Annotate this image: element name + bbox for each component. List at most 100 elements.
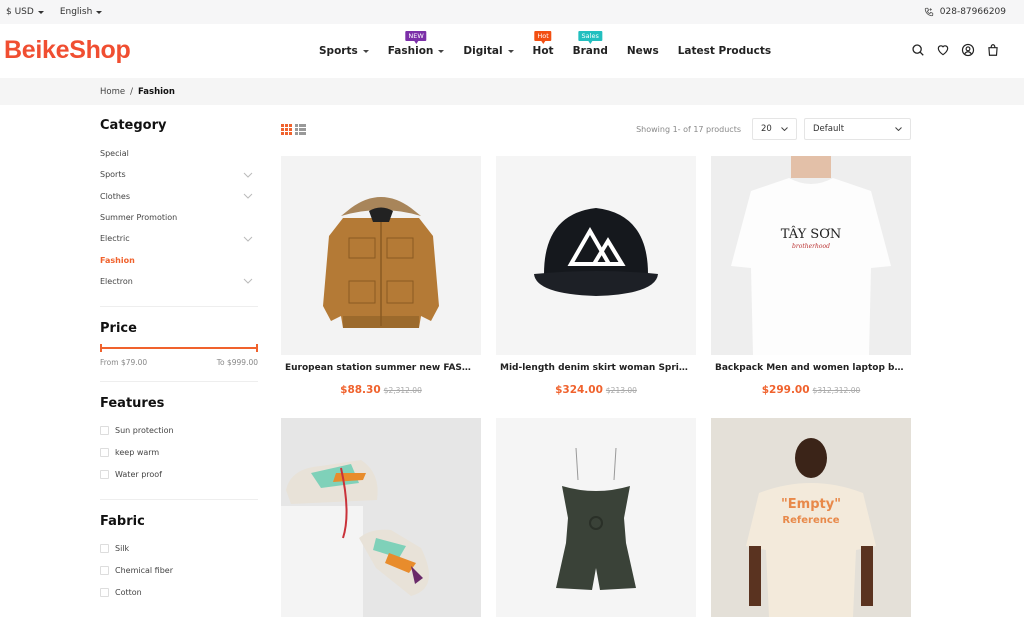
phone-icon (924, 7, 933, 17)
nav-label: Latest Products (677, 45, 772, 57)
sales-badge: Sales (578, 31, 602, 44)
nav-item-sports[interactable]: Sports (319, 45, 369, 57)
showing-count: Showing 1- of 17 products (636, 124, 741, 134)
nav-item-digital[interactable]: Digital (463, 45, 514, 57)
category-item[interactable]: Special (100, 143, 258, 164)
currency-label: $ USD (6, 7, 34, 17)
price-min-handle[interactable] (100, 344, 102, 353)
nav-label: Digital (463, 45, 503, 57)
logo[interactable]: BeikeShop (4, 36, 131, 65)
product-prices: $88.30 $2,312.00 (281, 378, 481, 418)
category-item[interactable]: Electric (100, 228, 258, 249)
features-title: Features (100, 396, 165, 412)
product-prices: $299.00 $312,312.00 (711, 378, 911, 418)
search-icon[interactable] (911, 43, 925, 57)
checkbox[interactable] (100, 447, 109, 457)
chevron-down-icon[interactable] (243, 172, 253, 178)
chevron-down-icon[interactable] (243, 193, 253, 199)
nav-item-latest-products[interactable]: Latest Products (678, 45, 771, 57)
fabric-checkbox[interactable]: Cotton (100, 581, 258, 603)
fabric-checkbox[interactable]: Chemical fiber (100, 559, 258, 581)
category-item[interactable]: Sports (100, 164, 258, 185)
product-name[interactable]: Backpack Men and women laptop bag ... (711, 363, 911, 373)
price-max-handle[interactable] (256, 344, 258, 353)
checkbox-label: Water proof (115, 469, 162, 479)
product-price: $88.30 (340, 384, 381, 396)
chevron-down-icon[interactable] (243, 278, 253, 285)
category-label: Sports (100, 170, 126, 180)
product-image-back-tshirt[interactable]: "Empty" Reference (711, 418, 911, 617)
category-item[interactable]: Electron (100, 271, 258, 292)
divider (100, 381, 258, 383)
fabric-title: Fabric (100, 514, 145, 530)
svg-text:TÂY SƠN: TÂY SƠN (781, 226, 841, 242)
list-view-icon[interactable] (295, 123, 306, 135)
price-labels: From $79.00 To $999.00 (100, 358, 258, 367)
breadcrumb-home[interactable]: Home (100, 87, 125, 97)
category-title: Category (100, 118, 167, 133)
product-image-jacket[interactable] (281, 156, 481, 355)
product-price: $299.00 (761, 384, 810, 396)
product-old-price: $312,312.00 (812, 386, 861, 395)
category-label: Summer Promotion (100, 213, 178, 223)
product-image-romper[interactable] (496, 418, 696, 617)
language-dropdown[interactable]: English (60, 7, 103, 17)
product-image-sneakers[interactable] (281, 418, 481, 617)
fabric-checkbox[interactable]: Silk (100, 537, 258, 559)
product-card[interactable] (496, 418, 696, 617)
breadcrumb-current: Fashion (137, 86, 175, 97)
svg-text:"Empty": "Empty" (781, 497, 841, 512)
product-old-price: $2,312.00 (383, 386, 422, 395)
price-range-slider[interactable] (100, 344, 258, 353)
feature-checkbox[interactable]: keep warm (100, 441, 258, 463)
product-card[interactable]: TÂY SƠN brotherhood Backpack Men and wom… (711, 156, 911, 418)
heart-icon[interactable] (936, 43, 950, 57)
feature-checkbox[interactable]: Water proof (100, 463, 258, 485)
product-toolbar: Showing 1- of 17 products 20 Default (281, 118, 911, 140)
account-icon[interactable] (961, 43, 975, 57)
grid-view-icon[interactable] (281, 123, 292, 135)
chevron-down-icon[interactable] (243, 236, 253, 242)
cart-icon[interactable] (986, 43, 1000, 57)
product-card[interactable]: European station summer new FASHION... $… (281, 156, 481, 418)
checkbox-label: Sun protection (115, 425, 174, 435)
category-label: Clothes (100, 191, 130, 201)
divider (100, 499, 258, 501)
caret-down-icon (96, 10, 103, 14)
product-name[interactable]: Mid-length denim skirt woman Spring/... (496, 363, 696, 373)
per-page-select[interactable]: 20 (752, 118, 797, 140)
nav-item-news[interactable]: News (627, 45, 659, 57)
nav-label: Hot (532, 45, 554, 57)
sort-select[interactable]: Default (804, 118, 911, 140)
category-item-active[interactable]: Fashion (100, 249, 258, 270)
phone-contact: 028-87966209 (924, 7, 1018, 17)
nav-item-brand[interactable]: Sales Brand (573, 31, 608, 57)
divider (100, 306, 258, 308)
product-image-cap[interactable] (496, 156, 696, 355)
checkbox[interactable] (100, 469, 109, 479)
product-card[interactable]: "Empty" Reference (711, 418, 911, 617)
product-card[interactable]: Mid-length denim skirt woman Spring/... … (496, 156, 696, 418)
price-range-track (100, 347, 258, 350)
feature-checkbox[interactable]: Sun protection (100, 419, 258, 441)
category-item[interactable]: Summer Promotion (100, 207, 258, 228)
category-label: Electron (100, 276, 133, 286)
checkbox[interactable] (100, 565, 109, 575)
header: BeikeShop Sports NEW Fashion Digital Hot… (0, 24, 1024, 78)
currency-dropdown[interactable]: $ USD (6, 7, 44, 17)
nav-item-fashion[interactable]: NEW Fashion (388, 31, 445, 57)
product-old-price: $213.00 (605, 386, 637, 395)
hot-badge: Hot (534, 31, 552, 44)
product-image-tshirt[interactable]: TÂY SƠN brotherhood (711, 156, 911, 355)
svg-text:brotherhood: brotherhood (792, 243, 830, 250)
category-item[interactable]: Clothes (100, 186, 258, 207)
nav-item-hot[interactable]: Hot Hot (532, 31, 554, 57)
category-list: Special Sports Clothes Summer Promotion … (100, 143, 258, 292)
checkbox[interactable] (100, 425, 109, 435)
per-page-value: 20 (761, 124, 772, 134)
checkbox[interactable] (100, 587, 109, 597)
checkbox[interactable] (100, 543, 109, 553)
product-name[interactable]: European station summer new FASHION... (281, 363, 481, 373)
main-nav: Sports NEW Fashion Digital Hot Hot Sales… (319, 24, 771, 78)
product-card[interactable] (281, 418, 481, 617)
